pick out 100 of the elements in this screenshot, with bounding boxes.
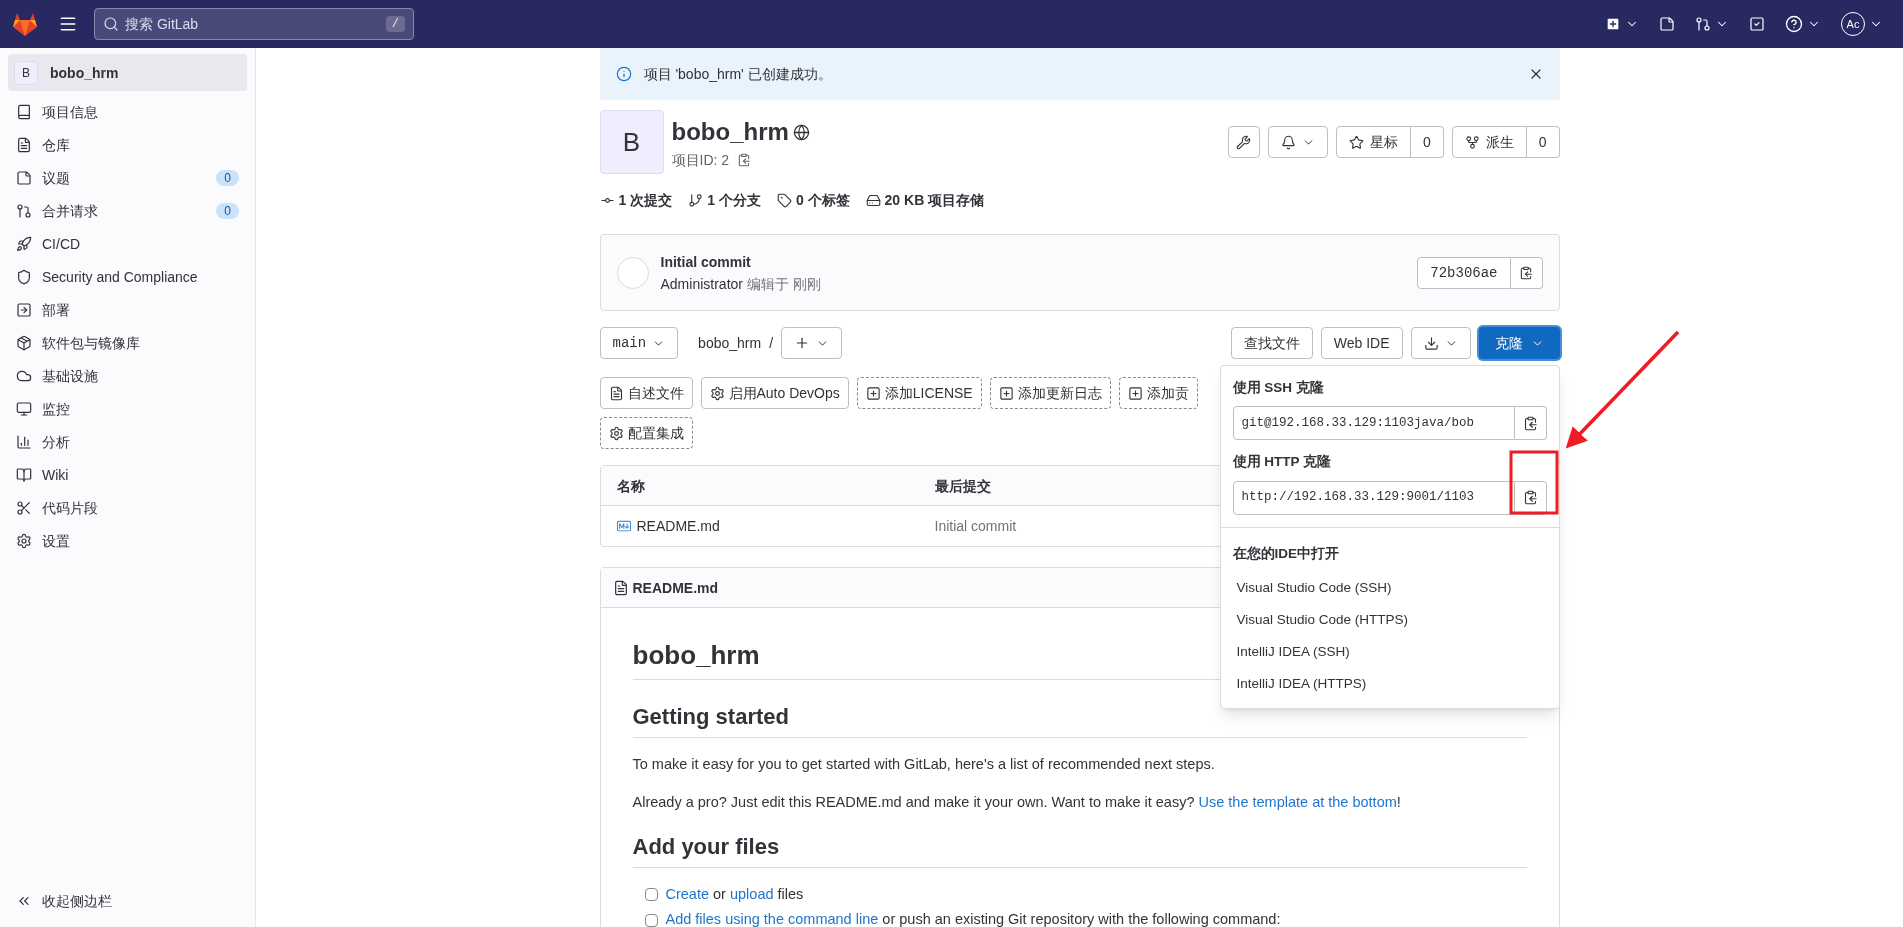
branch-dropdown[interactable]: main xyxy=(599,327,679,359)
globe-icon xyxy=(792,123,810,141)
fork-button[interactable]: 派生 xyxy=(1451,126,1527,158)
breadcrumb-separator: / xyxy=(769,334,774,353)
readme-filename: README.md xyxy=(632,578,719,598)
url-field[interactable]: http://192.168.33.129:9001/1103 xyxy=(1232,480,1515,515)
breadcrumb-link[interactable]: bobo_hrm xyxy=(698,333,762,353)
help-button[interactable] xyxy=(1785,15,1821,33)
stat-link[interactable]: 0 个标签 xyxy=(776,190,850,210)
copy-button[interactable] xyxy=(737,153,752,167)
create-new-button[interactable] xyxy=(1605,16,1639,32)
commit-title: Initial commit xyxy=(660,252,752,272)
settings-button[interactable] xyxy=(1227,126,1260,158)
find-file-button[interactable]: 查找文件 xyxy=(1230,327,1313,359)
link[interactable]: Create xyxy=(665,885,710,902)
sidebar-item[interactable]: 仓库 xyxy=(8,128,247,161)
note-icon xyxy=(1659,16,1675,32)
copy-url-button[interactable] xyxy=(1514,406,1547,441)
download-button[interactable] xyxy=(1410,327,1471,359)
task-checkbox[interactable] xyxy=(644,887,658,901)
plus-square-icon xyxy=(1127,385,1143,401)
shortcut-button[interactable]: 启用Auto DevOps xyxy=(700,377,849,409)
sidebar-item[interactable]: 合并请求 0 xyxy=(8,194,247,227)
search-icon xyxy=(103,16,119,32)
shortcut-button[interactable]: 配置集成 xyxy=(599,417,693,449)
search-input[interactable]: 搜索 GitLab xyxy=(125,14,380,34)
document-icon xyxy=(608,385,624,401)
add-dropdown[interactable] xyxy=(781,327,843,359)
avatar-button[interactable]: Ac xyxy=(1841,12,1883,36)
fox-logo-icon[interactable] xyxy=(12,11,38,37)
notification-button[interactable] xyxy=(1267,126,1328,158)
scissors-icon xyxy=(16,499,32,516)
star-icon xyxy=(1348,134,1364,150)
sidebar-item[interactable]: Wiki xyxy=(8,458,247,491)
fork-count: 0 xyxy=(1526,126,1560,158)
project-item[interactable]: B bobo_hrm xyxy=(8,54,247,91)
star-button[interactable]: 星标 xyxy=(1335,126,1411,158)
sidebar-item[interactable]: 监控 xyxy=(8,392,247,425)
sidebar-item[interactable]: Security and Compliance xyxy=(8,260,247,293)
storage-icon xyxy=(865,192,881,208)
author-avatar xyxy=(616,256,649,289)
stat-link[interactable]: 20 KB 项目存储 xyxy=(865,190,985,210)
plus-square-icon xyxy=(998,385,1014,401)
document-icon xyxy=(16,136,32,153)
ide-menu-item[interactable]: IntelliJ IDEA (HTTPS) xyxy=(1220,667,1559,700)
merge-request-icon xyxy=(16,202,32,219)
alert-message: 项目 'bobo_hrm' 已创建成功。 xyxy=(643,65,833,84)
sidebar-item[interactable]: CI/CD xyxy=(8,227,247,260)
stat-link[interactable]: 1 次提交 xyxy=(599,190,673,210)
section-heading: Add your files xyxy=(632,829,1527,868)
sidebar-item[interactable]: 基础设施 xyxy=(8,359,247,392)
shortcut-button[interactable]: 添加LICENSE xyxy=(856,377,982,409)
task-text: Add files using the command line or push an existing Git repository with the following command: xyxy=(665,910,1281,927)
help-icon xyxy=(1785,15,1803,33)
count-badge: 0 xyxy=(216,169,239,186)
section-heading: Getting started xyxy=(632,700,1527,738)
sidebar-item[interactable]: 软件包与镜像库 xyxy=(8,326,247,359)
book-icon xyxy=(16,103,32,120)
issues-button[interactable] xyxy=(1659,16,1675,32)
column-header: 最后提交 xyxy=(934,476,991,496)
shortcut-button[interactable]: 自述文件 xyxy=(599,377,693,409)
link[interactable]: Use the template at the bottom xyxy=(1198,793,1397,810)
link[interactable]: Add files using the command line xyxy=(665,911,879,927)
shield-icon xyxy=(16,268,32,285)
section-label: 使用 SSH 克隆 xyxy=(1232,379,1324,397)
shortcut-button[interactable]: 添加贡 xyxy=(1118,377,1198,409)
section-label: 使用 HTTP 克隆 xyxy=(1232,453,1331,472)
link[interactable]: upload xyxy=(730,885,774,902)
fork-icon xyxy=(1464,134,1480,150)
file-link[interactable]: README.md xyxy=(616,516,935,536)
clone-button[interactable]: 克隆 xyxy=(1478,327,1560,359)
task-checkbox[interactable] xyxy=(644,913,658,927)
count-badge: 0 xyxy=(216,202,239,219)
sidebar-item[interactable]: 部署 xyxy=(8,293,247,326)
merge-requests-button[interactable] xyxy=(1695,16,1729,32)
checkbox-icon xyxy=(1749,16,1765,32)
web-ide-button[interactable]: Web IDE xyxy=(1320,327,1403,359)
copy-sha-button[interactable] xyxy=(1510,256,1543,289)
wrench-icon xyxy=(1236,134,1252,150)
ide-menu-item[interactable]: Visual Studio Code (HTTPS) xyxy=(1220,603,1559,636)
search-field[interactable]: 搜索 GitLab / xyxy=(94,8,414,40)
project-avatar: B xyxy=(599,110,664,174)
collapse-sidebar-button[interactable]: 收起侧边栏 xyxy=(16,891,255,911)
tag-icon xyxy=(776,192,792,208)
plus-square-icon xyxy=(865,385,881,401)
sidebar-item[interactable]: 项目信息 xyxy=(8,95,247,128)
branch-icon xyxy=(688,192,704,208)
sidebar-item[interactable]: 代码片段 xyxy=(8,491,247,524)
stat-link[interactable]: 1 个分支 xyxy=(688,190,761,210)
project-id: 项目ID: 2 xyxy=(671,151,730,170)
ide-menu-item[interactable]: IntelliJ IDEA (SSH) xyxy=(1220,635,1559,668)
commit-sha: 72b306ae xyxy=(1417,256,1511,289)
sidebar-item[interactable]: 分析 xyxy=(8,425,247,458)
url-field[interactable]: git@192.168.33.129:1103java/bob xyxy=(1232,406,1515,441)
sidebar-item[interactable]: 设置 xyxy=(8,524,247,557)
ide-menu-item[interactable]: Visual Studio Code (SSH) xyxy=(1220,571,1559,604)
book-icon xyxy=(16,466,32,483)
sidebar-item[interactable]: 议题 0 xyxy=(8,161,247,194)
todo-button[interactable] xyxy=(1749,16,1765,32)
shortcut-button[interactable]: 添加更新日志 xyxy=(989,377,1111,409)
